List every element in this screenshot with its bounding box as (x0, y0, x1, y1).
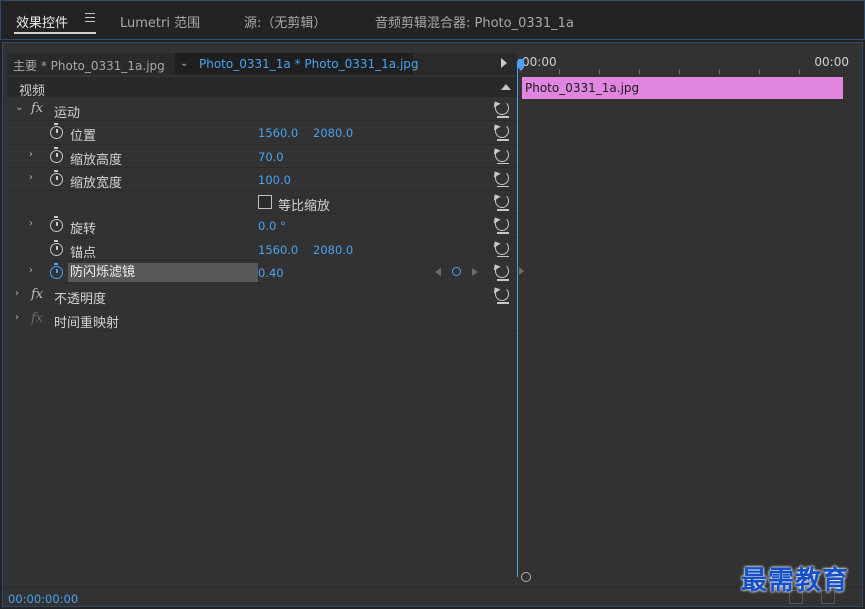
fx-icon[interactable]: fx (31, 101, 43, 116)
effect-properties: ⌄ fx 运动 位置 1560.0 2080.0 › 缩放高度 70.0 › 缩… (7, 98, 517, 331)
keyframe-track-marker (519, 267, 524, 275)
show-timeline-arrow-icon[interactable] (501, 58, 507, 68)
chevron-right-icon[interactable]: › (15, 289, 23, 299)
clip-bar-label: Photo_0331_1a.jpg (525, 81, 640, 95)
property-name-anti-flicker: 防闪烁滤镜 (68, 263, 258, 283)
stopwatch-icon[interactable] (50, 123, 63, 140)
scale-width-value[interactable]: 100.0 (258, 173, 291, 187)
anti-flicker-value[interactable]: 0.40 (258, 266, 284, 280)
reset-icon[interactable] (495, 194, 509, 211)
rotation-value[interactable]: 0.0 ° (258, 219, 286, 233)
stopwatch-icon[interactable] (50, 169, 63, 186)
reset-icon[interactable] (495, 170, 509, 188)
watermark-logo: 最需教育 (741, 566, 850, 596)
master-clip-tab[interactable]: 主要 * Photo_0331_1a.jpg (13, 57, 165, 74)
sequence-clip-tab[interactable]: ⌄ Photo_0331_1a * Photo_0331_1a.jpg (175, 53, 419, 75)
ruler-tick (799, 69, 800, 74)
video-section-header: 视频 (7, 77, 517, 99)
property-name-scale-height: 缩放高度 (70, 152, 123, 168)
mini-timeline: 00:00 00:00 Photo_0331_1a.jpg (518, 53, 861, 573)
property-row-scale-width[interactable]: › 缩放宽度 100.0 (7, 168, 517, 192)
panel-menu-icon[interactable] (85, 13, 95, 23)
chevron-right-icon[interactable]: › (29, 219, 37, 229)
effect-name-time-remap: 时间重映射 (54, 315, 120, 331)
property-name-rotation: 旋转 (70, 222, 97, 238)
ruler-tick (559, 69, 560, 74)
chevron-right-icon[interactable]: › (29, 266, 37, 276)
property-row-anchor-point[interactable]: 锚点 1560.0 2080.0 (7, 238, 517, 262)
stopwatch-icon[interactable] (50, 239, 63, 256)
tab-audio-clip-mixer[interactable]: 音频剪辑混合器: Photo_0331_1a (375, 12, 574, 31)
position-x-value[interactable]: 1560.0 (258, 126, 298, 140)
ruler-tick (679, 69, 680, 74)
ruler-tick (759, 69, 760, 74)
chevron-right-icon[interactable]: › (29, 149, 37, 159)
chevron-right-icon[interactable]: › (29, 172, 37, 182)
property-name-position: 位置 (70, 129, 97, 145)
tab-lumetri-scopes[interactable]: Lumetri 范围 (120, 12, 200, 31)
panel-tab-bar: 效果控件 Lumetri 范围 源:（无剪辑） 音频剪辑混合器: Photo_0… (0, 0, 865, 40)
effect-row-opacity[interactable]: › fx 不透明度 (7, 284, 517, 308)
tab-effect-controls[interactable]: 效果控件 (16, 12, 68, 31)
anchor-x-value[interactable]: 1560.0 (258, 243, 298, 257)
property-row-position[interactable]: 位置 1560.0 2080.0 (7, 121, 517, 145)
zoom-handle[interactable] (521, 572, 531, 582)
chevron-right-icon[interactable]: › (15, 312, 23, 322)
anchor-y-value[interactable]: 2080.0 (313, 243, 353, 257)
sequence-clip-label: Photo_0331_1a * Photo_0331_1a.jpg (199, 57, 419, 71)
property-row-scale-height[interactable]: › 缩放高度 70.0 (7, 145, 517, 168)
effect-controls-panel: 主要 * Photo_0331_1a.jpg ⌄ Photo_0331_1a *… (2, 42, 864, 608)
property-row-anti-flicker[interactable]: › 防闪烁滤镜 0.40 (7, 261, 517, 285)
active-tab-indicator (14, 32, 96, 34)
ruler-end-time: 00:00 (814, 55, 849, 69)
reset-icon[interactable] (495, 101, 509, 118)
effect-row-motion[interactable]: ⌄ fx 运动 (7, 98, 517, 122)
effect-name-opacity: 不透明度 (54, 292, 107, 308)
fx-icon: fx (31, 310, 44, 326)
position-y-value[interactable]: 2080.0 (313, 126, 353, 140)
stopwatch-active-icon[interactable] (50, 263, 63, 280)
previous-keyframe-icon[interactable] (435, 268, 441, 277)
scale-height-value[interactable]: 70.0 (258, 150, 284, 164)
clip-bar[interactable]: Photo_0331_1a.jpg (522, 77, 843, 99)
reset-icon[interactable] (495, 217, 509, 234)
reset-icon[interactable] (495, 240, 509, 258)
section-label-video: 视频 (19, 84, 46, 99)
reset-icon[interactable] (495, 287, 509, 304)
property-row-rotation[interactable]: › 旋转 0.0 ° (7, 214, 517, 238)
reset-icon[interactable] (495, 264, 509, 281)
playhead-handle[interactable] (518, 59, 524, 71)
effect-row-time-remap[interactable]: › fx 时间重映射 (7, 308, 517, 331)
chevron-down-icon[interactable]: ⌄ (180, 58, 190, 69)
uniform-scale-checkbox[interactable] (258, 195, 272, 210)
current-timecode[interactable]: 00:00:00:00 (8, 592, 78, 606)
ruler-start-time: 00:00 (522, 55, 557, 69)
fx-icon[interactable]: fx (31, 287, 43, 302)
collapse-up-icon[interactable] (501, 84, 511, 90)
stopwatch-icon[interactable] (50, 146, 63, 163)
panel-footer: 00:00:00:00 (3, 587, 864, 608)
add-keyframe-icon[interactable] (452, 267, 461, 277)
effect-name-motion: 运动 (54, 106, 81, 121)
playhead-line[interactable] (517, 61, 518, 577)
time-ruler[interactable]: 00:00 00:00 (518, 53, 861, 75)
next-keyframe-icon[interactable] (472, 268, 478, 277)
stopwatch-icon[interactable] (50, 216, 63, 233)
ruler-tick (719, 69, 720, 74)
uniform-scale-label: 等比缩放 (278, 199, 331, 215)
chevron-down-icon[interactable]: ⌄ (15, 103, 23, 113)
clip-header: 主要 * Photo_0331_1a.jpg ⌄ Photo_0331_1a *… (7, 53, 517, 75)
tab-source[interactable]: 源:（无剪辑） (244, 12, 326, 31)
property-name-anchor-point: 锚点 (70, 245, 97, 261)
reset-icon[interactable] (495, 124, 509, 141)
property-name-scale-width: 缩放宽度 (70, 175, 123, 191)
property-row-uniform-scale[interactable]: 等比缩放 (7, 191, 517, 215)
reset-icon[interactable] (495, 147, 509, 165)
ruler-tick (639, 69, 640, 74)
ruler-tick (599, 69, 600, 74)
